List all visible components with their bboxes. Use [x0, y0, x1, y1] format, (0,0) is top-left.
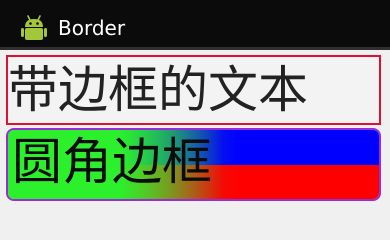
rounded-border-text-view: 圆角边框: [6, 128, 381, 201]
android-robot-icon[interactable]: [18, 12, 50, 44]
rounded-text-label: 圆角边框: [12, 133, 212, 191]
action-bar: Border: [0, 0, 390, 50]
content-area: 带边框的文本 圆角边框: [0, 50, 390, 221]
app-title: Border: [58, 16, 126, 40]
bordered-text-view: 带边框的文本: [6, 55, 381, 125]
bordered-text-label: 带边框的文本: [8, 61, 308, 119]
